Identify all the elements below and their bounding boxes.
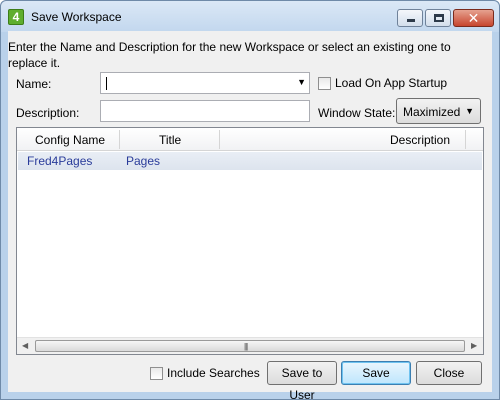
close-icon: ✕ [467, 10, 480, 26]
column-header-title[interactable]: Title [159, 133, 181, 147]
app-logo-icon: 4 [8, 9, 24, 25]
description-label: Description: [16, 106, 80, 120]
minimize-button[interactable] [397, 9, 423, 27]
grid-header: Config Name Title Description [17, 128, 483, 151]
column-divider[interactable] [219, 130, 220, 149]
include-searches-checkbox[interactable] [150, 367, 163, 380]
load-on-startup-label[interactable]: Load On App Startup [335, 76, 447, 90]
text-caret [106, 77, 107, 90]
column-divider[interactable] [119, 130, 120, 149]
window-state-label: Window State: [318, 106, 396, 120]
name-combobox[interactable]: ▼ [100, 72, 310, 94]
description-input[interactable] [100, 100, 310, 122]
grip-icon: ||| [244, 342, 248, 351]
minimize-icon [407, 19, 415, 22]
save-to-user-button[interactable]: Save to User [267, 361, 337, 402]
scrollbar-thumb[interactable]: ||| [35, 340, 465, 352]
close-window-button[interactable]: ✕ [453, 9, 494, 27]
workspace-grid[interactable]: Config Name Title Description Fred4Pages… [16, 127, 484, 355]
window-state-dropdown[interactable]: Maximized ▼ [396, 98, 481, 124]
scroll-left-icon[interactable]: ◀ [22, 341, 28, 350]
title-bar[interactable]: 4 Save Workspace ✕ [1, 1, 499, 32]
close-button[interactable]: Close [416, 361, 482, 385]
scroll-right-icon[interactable]: ▶ [471, 341, 477, 350]
horizontal-scrollbar[interactable]: ◀ ||| ▶ [17, 337, 483, 354]
table-row[interactable]: Fred4Pages Pages [18, 152, 482, 170]
save-button[interactable]: Save [341, 361, 411, 385]
load-on-startup-checkbox[interactable] [318, 77, 331, 90]
maximize-icon [434, 14, 444, 22]
name-label: Name: [16, 77, 52, 91]
column-header-description[interactable]: Description [390, 133, 450, 147]
window-state-value: Maximized [403, 105, 461, 119]
instructions-text: Enter the Name and Description for the n… [8, 40, 451, 70]
chevron-down-icon[interactable]: ▼ [297, 77, 306, 87]
cell-title: Pages [126, 154, 161, 168]
chevron-down-icon: ▼ [465, 106, 474, 116]
column-header-config-name[interactable]: Config Name [35, 133, 105, 147]
cell-config-name: Fred4Pages [27, 154, 93, 168]
window-title: Save Workspace [31, 10, 122, 24]
include-searches-label[interactable]: Include Searches [167, 366, 260, 380]
maximize-button[interactable] [425, 9, 451, 27]
column-divider[interactable] [465, 130, 466, 149]
